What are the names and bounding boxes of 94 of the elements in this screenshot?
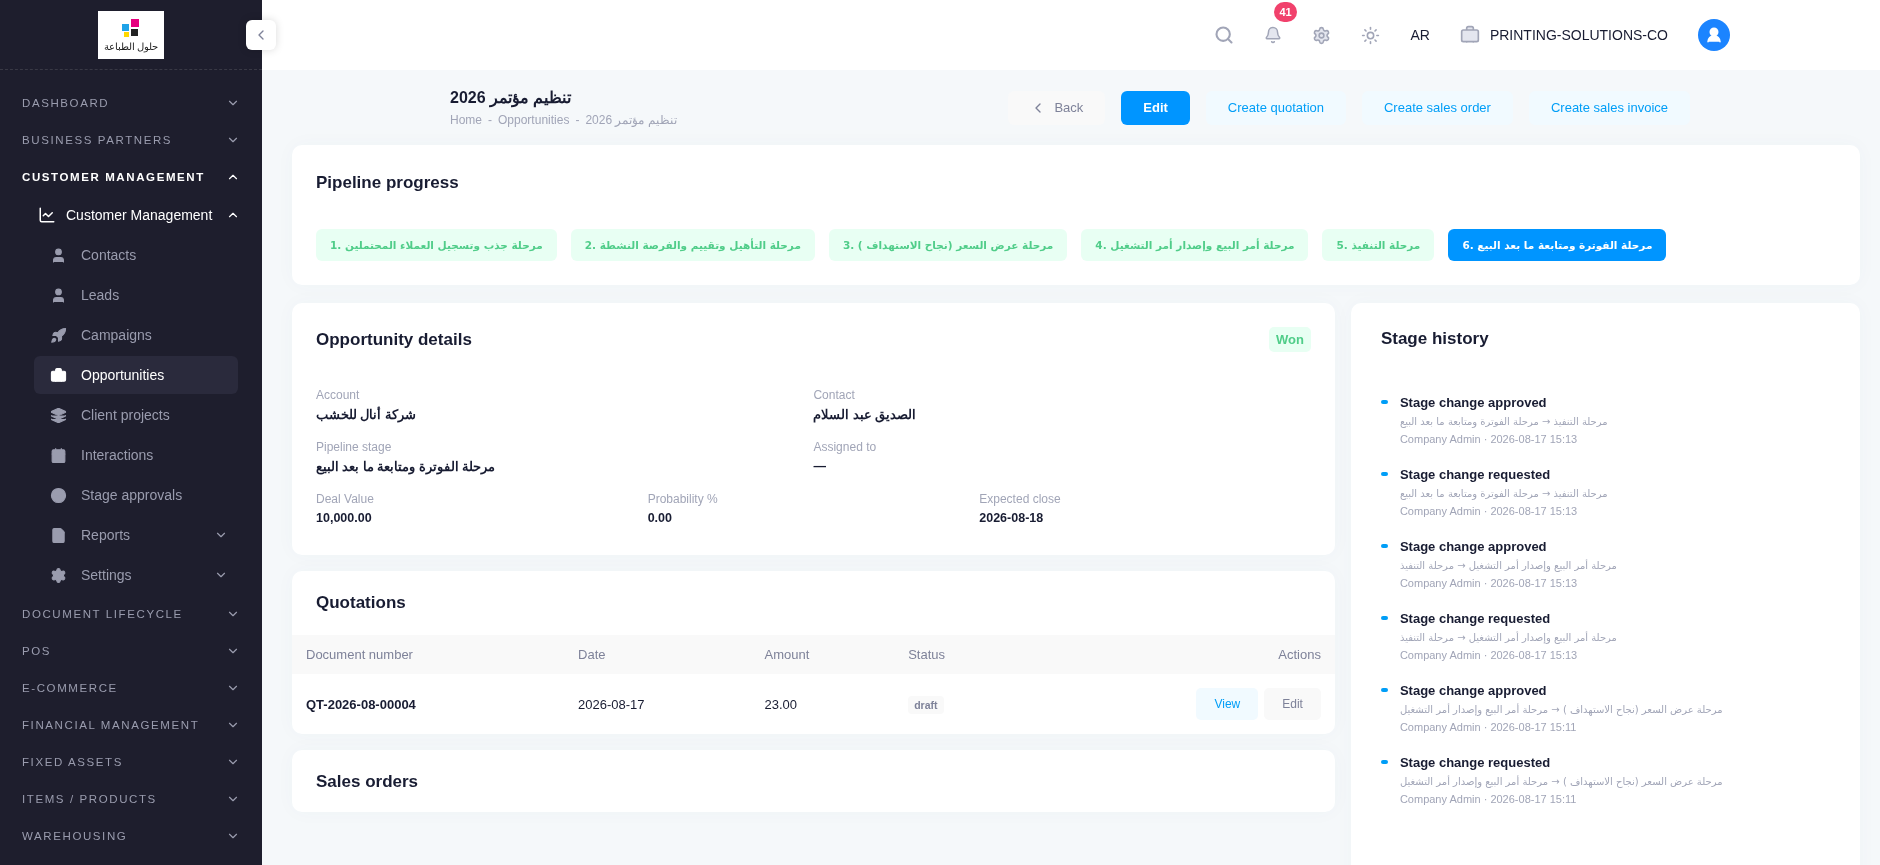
sidebar-section[interactable]: DOCUMENT LIFECYCLE [0, 595, 262, 632]
field-label: Expected close [979, 492, 1062, 506]
status-badge: draft [908, 695, 944, 714]
language-label[interactable]: AR [1410, 27, 1430, 43]
sidebar-group[interactable]: Customer Management [0, 195, 262, 235]
settings-icon[interactable] [1312, 25, 1332, 45]
history-title: Stage change requested [1399, 467, 1552, 482]
table-cell: 23.00 [750, 674, 895, 734]
table-cell: 2026-08-17 [564, 674, 751, 734]
layers-icon [50, 406, 67, 424]
field-label: Deal Value [316, 492, 375, 506]
card-title: Quotations [316, 593, 407, 613]
field-label: Pipeline stage [316, 440, 393, 454]
calendar-icon [50, 446, 67, 464]
collapse-sidebar-button[interactable] [246, 20, 276, 50]
sidebar-section[interactable]: WAREHOUSING [0, 817, 262, 854]
line-chart-icon [38, 206, 56, 224]
sidebar-section[interactable]: E-COMMERCE [0, 669, 262, 706]
card-title: Sales orders [316, 772, 420, 792]
card-title: Stage history [1380, 329, 1490, 349]
field-value: شركة أنال للخشب [316, 407, 417, 422]
table-cell: QT-2026-08-00004 [292, 674, 565, 734]
field-label: Contact [813, 388, 856, 402]
history-detail: مرحلة عرض السعر (نجاح الاستهداف ) → مرحلة أمر البيع وإصدار أمر التشغيل [1399, 776, 1723, 787]
sidebar-item[interactable]: Contacts [34, 236, 238, 274]
history-title: Stage change approved [1399, 683, 1548, 698]
field-value: الصديق عبد السلام [813, 407, 918, 422]
column-header: Date [564, 635, 751, 674]
breadcrumb-item: تنظيم مؤتمر 2026 [585, 113, 677, 127]
person-icon [50, 286, 67, 304]
history-meta: Company Admin · 2026-08-17 15:13 [1399, 577, 1579, 589]
sidebar-section[interactable]: CUSTOMER MANAGEMENT [0, 158, 262, 195]
back-button[interactable]: Back [1008, 90, 1106, 125]
history-meta: Company Admin · 2026-08-17 15:13 [1399, 649, 1579, 661]
column-header: Document number [292, 635, 565, 674]
history-meta: Company Admin · 2026-08-17 15:13 [1399, 505, 1579, 517]
card-title: Pipeline progress [316, 173, 460, 193]
status-badge: Won [1269, 327, 1311, 352]
field-label: Assigned to [813, 440, 878, 454]
sidebar-section[interactable]: DASHBOARD [0, 84, 262, 121]
briefcase-icon [1459, 25, 1480, 45]
field-value: 0.00 [647, 511, 673, 525]
edit-button[interactable]: Edit [1121, 90, 1190, 125]
sidebar-section[interactable]: BUSINESS PARTNERS [0, 121, 262, 158]
history-meta: Company Admin · 2026-08-17 15:13 [1399, 433, 1579, 445]
history-title: Stage change approved [1399, 395, 1548, 410]
sidebar-item[interactable]: Opportunities [34, 356, 238, 394]
history-detail: مرحلة أمر البيع وإصدار أمر التشغيل → مرحلة التنفيذ [1399, 632, 1617, 643]
sidebar-section[interactable]: POS [0, 632, 262, 669]
history-title: Stage change requested [1399, 755, 1552, 770]
card-title: Opportunity details [316, 329, 472, 350]
sidebar-item[interactable]: Leads [34, 276, 238, 314]
breadcrumb-separator: - [488, 113, 492, 127]
history-meta: Company Admin · 2026-08-17 15:11 [1399, 793, 1578, 805]
history-meta: Company Admin · 2026-08-17 15:11 [1399, 721, 1578, 733]
row-action-button[interactable]: Edit [1264, 688, 1321, 720]
sidebar-item[interactable]: Stage approvals [34, 476, 238, 514]
column-header: Status [894, 635, 1023, 674]
briefcase-icon [50, 366, 67, 384]
field-value: مرحلة الفوترة ومتابعة ما بعد البيع [316, 459, 497, 474]
search-icon[interactable] [1214, 25, 1235, 45]
history-detail: مرحلة التنفيذ → مرحلة الفوترة ومتابعة ما بعد البيع [1399, 488, 1608, 499]
history-detail: مرحلة التنفيذ → مرحلة الفوترة ومتابعة ما بعد البيع [1399, 416, 1608, 427]
sidebar-section[interactable]: FINANCIAL MANAGEMENT [0, 706, 262, 743]
sidebar-section[interactable]: ITEMS / PRODUCTS [0, 780, 262, 817]
history-title: Stage change requested [1399, 611, 1552, 626]
history-detail: مرحلة عرض السعر (نجاح الاستهداف ) → مرحلة أمر البيع وإصدار أمر التشغيل [1399, 704, 1723, 715]
logo: حلول الطباعة [98, 10, 164, 59]
rocket-icon [50, 326, 67, 344]
pipeline-stage[interactable]: مرحلة الفوترة ومتابعة ما بعد البيع .6 [1448, 229, 1667, 261]
sun-icon[interactable] [1361, 25, 1381, 45]
sidebar-item[interactable]: Campaigns [34, 316, 238, 354]
notification-count: 41 [1274, 2, 1297, 22]
sidebar-item[interactable]: Settings [34, 556, 238, 594]
field-value: — [813, 459, 827, 473]
field-label: Probability % [647, 492, 719, 506]
page-title: تنظيم مؤتمر 2026 [450, 88, 573, 107]
field-value: 10,000.00 [316, 511, 373, 525]
field-label: Account [316, 388, 361, 402]
field-value: 2026-08-18 [979, 511, 1045, 525]
column-header: Amount [750, 635, 895, 674]
sidebar-item[interactable]: Reports [34, 516, 238, 554]
history-title: Stage change approved [1399, 539, 1548, 554]
person-icon [50, 246, 67, 264]
avatar[interactable] [1698, 19, 1730, 51]
column-header: Actions [1022, 635, 1335, 674]
document-icon [50, 526, 67, 544]
sidebar-section[interactable]: FIXED ASSETS [0, 743, 262, 780]
gear-icon [50, 566, 67, 584]
sidebar-item[interactable]: Interactions [34, 436, 238, 474]
sidebar-item[interactable]: Client projects [34, 396, 238, 434]
company-name[interactable]: PRINTING-SOLUTIONS-CO [1489, 27, 1668, 43]
history-detail: مرحلة أمر البيع وإصدار أمر التشغيل → مرحلة التنفيذ [1399, 560, 1617, 571]
breadcrumb-separator: - [575, 113, 580, 127]
